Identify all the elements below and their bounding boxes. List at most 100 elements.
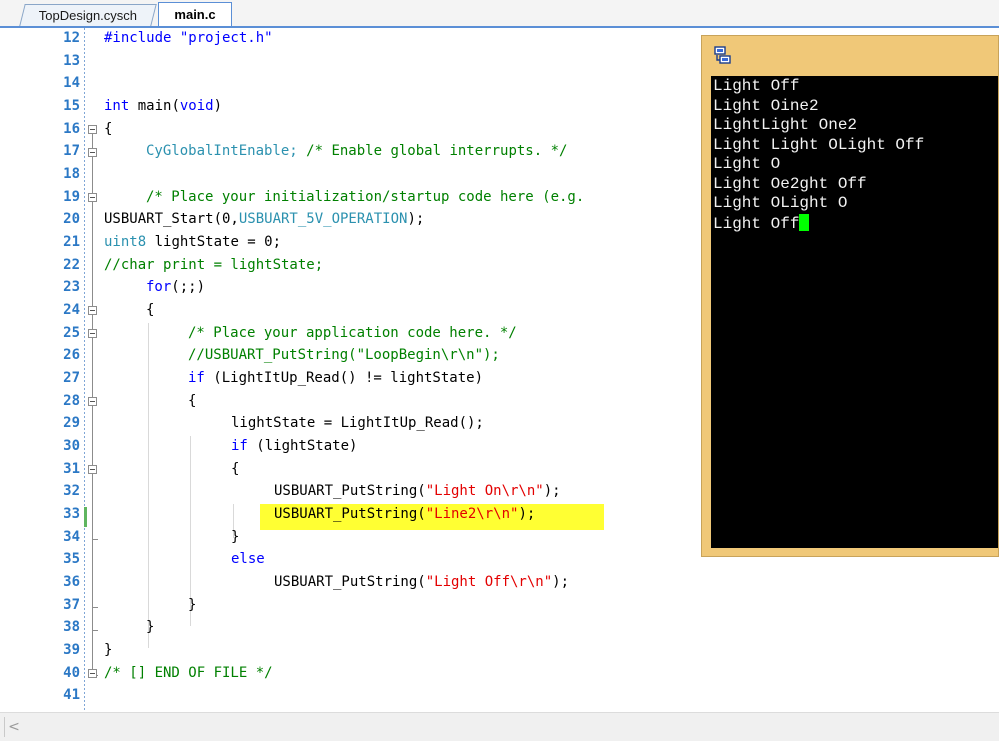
fold-end: [92, 630, 98, 631]
line-number: 19: [63, 189, 80, 205]
code-token: );: [552, 574, 570, 590]
line-number: 36: [63, 574, 80, 590]
code-line-12: #include "project.h": [104, 30, 273, 46]
gutter-separator: [84, 28, 85, 712]
line-number: 27: [63, 370, 80, 386]
line-number: 33: [63, 506, 80, 522]
fold-toggle[interactable]: [88, 669, 97, 678]
fold-toggle[interactable]: [88, 465, 97, 474]
fold-toggle[interactable]: [88, 397, 97, 406]
line-number: 34: [63, 529, 80, 545]
code-token: CyGlobalIntEnable;: [146, 143, 307, 159]
code-line-33: USBUART_PutString("Line2\r\n");: [274, 506, 535, 522]
serial-terminal-window[interactable]: Light Off Light Oine2 LightLight One2 Li…: [701, 35, 999, 557]
code-token: "Light On\r\n": [425, 483, 544, 499]
line-number: 13: [63, 53, 80, 69]
fold-end: [92, 539, 98, 540]
code-line-26: //USBUART_PutString("LoopBegin\r\n");: [188, 347, 500, 363]
code-line-19: /* Place your initialization/startup cod…: [146, 189, 585, 205]
code-token: lightState = 0;: [146, 234, 282, 250]
line-number: 35: [63, 551, 80, 567]
code-token: if: [188, 370, 205, 386]
code-token: /* Enable global interrupts. */: [306, 143, 568, 159]
code-token: for: [146, 279, 172, 295]
indent-guide: [148, 323, 149, 648]
line-number: 20: [63, 211, 80, 227]
fold-toggle[interactable]: [88, 148, 97, 157]
code-token: main(: [129, 98, 180, 114]
code-line-28: {: [188, 393, 197, 409]
code-token: USBUART_PutString(: [274, 483, 426, 499]
fold-toggle[interactable]: [88, 193, 97, 202]
code-line-31: {: [231, 461, 240, 477]
line-number: 37: [63, 597, 80, 613]
code-token: "Light Off\r\n": [425, 574, 553, 590]
fold-toggle[interactable]: [88, 125, 97, 134]
code-line-37: }: [188, 597, 197, 613]
terminal-line-last: Light Off: [713, 213, 810, 235]
code-line-24: {: [146, 302, 155, 318]
line-number: 21: [63, 234, 80, 250]
changed-line-marker: [84, 507, 87, 527]
terminal-line: Light Light OLight Off: [713, 135, 925, 154]
fold-toggle[interactable]: [88, 306, 97, 315]
code-token: USBUART_5V_OPERATION: [238, 211, 408, 227]
code-line-32: USBUART_PutString("Light On\r\n");: [274, 483, 561, 499]
terminal-window-icon: [714, 46, 731, 64]
code-token: USBUART_PutString(: [274, 574, 426, 590]
terminal-output[interactable]: Light Off Light Oine2 LightLight One2 Li…: [711, 76, 998, 548]
code-token: void: [179, 98, 214, 114]
line-number: 38: [63, 619, 80, 635]
terminal-line: Light O: [713, 155, 781, 173]
code-line-34: }: [231, 529, 240, 545]
code-line-25: /* Place your application code here. */: [188, 325, 517, 341]
horizontal-scrollbar[interactable]: <: [0, 712, 999, 741]
code-token: USBUART_PutString(: [274, 506, 426, 522]
code-line-22: //char print = lightState;: [104, 257, 324, 273]
scroll-left-button[interactable]: <: [4, 717, 24, 737]
terminal-line: LightLight One2: [713, 116, 858, 134]
line-number: 30: [63, 438, 80, 454]
line-number: 17: [63, 143, 80, 159]
fold-toggle[interactable]: [88, 329, 97, 338]
terminal-line: Light Off: [713, 214, 800, 233]
code-token: (LightItUp_Read() != lightState): [204, 370, 484, 386]
tab-main-c[interactable]: main.c: [158, 2, 232, 28]
terminal-cursor: [799, 213, 810, 231]
code-token: uint8: [104, 234, 147, 250]
code-token: int: [104, 98, 130, 114]
line-number: 24: [63, 302, 80, 318]
code-token: ): [213, 98, 223, 114]
tab-topdesign-cysch[interactable]: TopDesign.cysch: [19, 4, 157, 26]
code-token: (lightState): [247, 438, 358, 454]
code-line-30: if (lightState): [231, 438, 357, 454]
code-line-38: }: [146, 619, 155, 635]
line-number: 18: [63, 166, 80, 182]
code-line-39: }: [104, 642, 113, 658]
line-number: 40: [63, 665, 80, 681]
fold-end: [92, 607, 98, 608]
terminal-line: Light OLight O: [713, 194, 848, 212]
code-token: #include "project.h": [104, 30, 273, 46]
code-token: USBUART_Start(0,: [104, 211, 239, 227]
code-line-15: int main(void): [104, 98, 222, 114]
code-token: );: [407, 211, 425, 227]
terminal-line: Light Oine2: [713, 96, 819, 115]
code-line-35: else: [231, 551, 265, 567]
line-number: 22: [63, 257, 80, 273]
line-number: 28: [63, 393, 80, 409]
code-token: );: [543, 483, 561, 499]
code-token: if: [231, 438, 248, 454]
code-token: );: [518, 506, 536, 522]
line-number: 31: [63, 461, 80, 477]
line-number: 39: [63, 642, 80, 658]
line-number: 15: [63, 98, 80, 114]
code-token: "Line2\r\n": [425, 506, 519, 522]
line-number: 23: [63, 279, 80, 295]
code-line-17: CyGlobalIntEnable; /* Enable global inte…: [146, 143, 567, 159]
line-number: 12: [63, 30, 80, 46]
code-line-16: {: [104, 121, 112, 137]
line-number: 25: [63, 325, 80, 341]
terminal-line: Light Off: [713, 77, 800, 95]
line-number: 26: [63, 347, 80, 363]
